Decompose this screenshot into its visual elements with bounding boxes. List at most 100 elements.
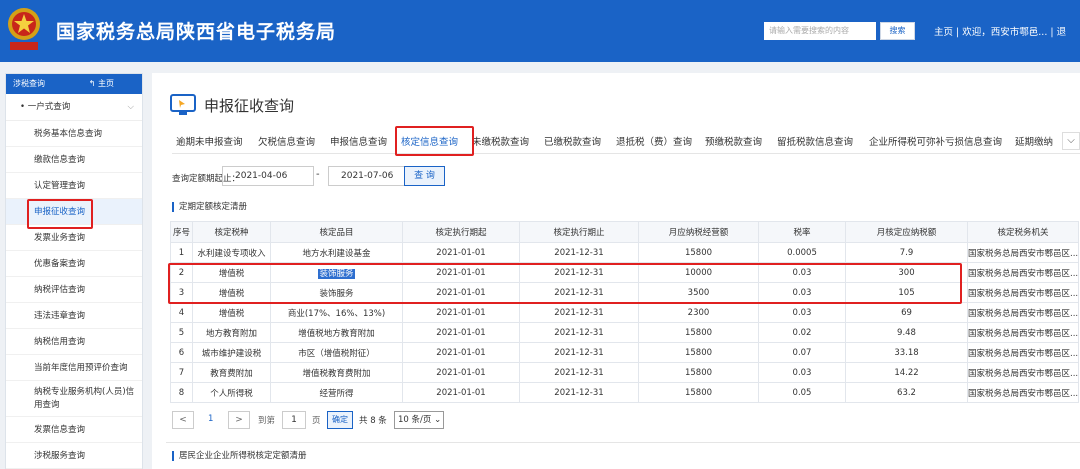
sidebar-item-agency-credit[interactable]: 纳税专业服务机构(人员)信用查询 [6,381,142,417]
tax-emblem-icon [8,8,40,50]
sidebar-highlight-box [27,199,93,229]
prev-page-button[interactable]: < [172,411,194,429]
table-cell: 5 [170,322,193,343]
sidebar-item-invoice-info[interactable]: 发票信息查询 [6,417,142,443]
sidebar: 涉税查询 ↰ 主页 • 一户式查询 ⌵ 税务基本信息查询 缴款信息查询 认定管理… [5,73,143,469]
sidebar-item-recognition[interactable]: 认定管理查询 [6,173,142,199]
bullet-icon: • [20,102,28,112]
tab-declaration-info[interactable]: 申报信息查询 [330,134,387,148]
table-cell: 国家税务总局西安市鄠邑区... [967,322,1079,343]
tab-paid-tax[interactable]: 已缴税款查询 [544,134,601,148]
table-cell: 4 [170,302,193,323]
sidebar-item-preferential[interactable]: 优惠备案查询 [6,251,142,277]
sidebar-item-assessment[interactable]: 纳税评估查询 [6,277,142,303]
table-cell: 地方水利建设基金 [270,242,403,263]
sidebar-item-payment[interactable]: 缴款信息查询 [6,147,142,173]
table-cell: 15800 [638,362,759,383]
exit-link[interactable]: 退 [1057,27,1067,38]
table-cell: 2021-12-31 [519,362,639,383]
next-page-button[interactable]: > [228,411,250,429]
page-size-value: 10 条/页 [398,415,432,425]
tab-retained-credit[interactable]: 留抵税款信息查询 [777,134,853,148]
col-header-monthly-tax: 月核定应纳税额 [845,221,968,243]
rows-highlight-box [168,263,962,304]
table-cell: 15800 [638,242,759,263]
table-cell: 水利建设专项收入 [192,242,271,263]
goto-label: 到第 [258,416,276,426]
table-cell: 2021-12-31 [519,382,639,403]
chevron-down-icon: ⌄ [431,415,442,425]
top-header: 国家税务总局陕西省电子税务局 请输入需要搜索的内容 搜索 主页 | 欢迎，西安市… [0,0,1080,62]
tab-unpaid-tax[interactable]: 未缴税款查询 [472,134,529,148]
tab-tax-arrears[interactable]: 欠税信息查询 [258,134,315,148]
sidebar-item-credit[interactable]: 纳税信用查询 [6,329,142,355]
table-cell: 地方教育附加 [192,322,271,343]
tab-deferred-payment[interactable]: 延期缴纳 [1015,134,1053,148]
table-cell: 2021-01-01 [402,382,520,403]
table-cell: 2021-12-31 [519,302,639,323]
sidebar-item-violation[interactable]: 违法违章查询 [6,303,142,329]
table-cell: 国家税务总局西安市鄠邑区... [967,302,1079,323]
table-cell: 2021-12-31 [519,342,639,363]
table-header-row: 序号 核定税种 核定品目 核定执行期起 核定执行期止 月应纳税经营额 税率 月核… [170,221,1079,243]
site-title: 国家税务总局陕西省电子税务局 [56,21,337,43]
assessment-table: 序号 核定税种 核定品目 核定执行期起 核定执行期止 月应纳税经营额 税率 月核… [170,221,1079,403]
tab-prepaid-tax[interactable]: 预缴税款查询 [705,134,762,148]
table-row: 8 个人所得税 经营所得 2021-01-01 2021-12-31 15800… [170,382,1079,403]
table-cell: 63.2 [845,382,968,403]
sidebar-item-tax-basic[interactable]: 税务基本信息查询 [6,121,142,147]
chevron-down-icon: ⌵ [127,102,134,112]
col-header-monthly-turnover: 月应纳税经营额 [638,221,759,243]
search-button[interactable]: 搜索 [880,22,915,40]
tabs-more-chevron-icon[interactable]: ⌵ [1062,132,1080,150]
table-cell: 0.02 [758,322,846,343]
col-header-item: 核定品目 [270,221,403,243]
top-links: 主页 | 欢迎，西安市鄠邑... | 退 [934,24,1066,38]
sidebar-header: 涉税查询 ↰ 主页 [6,74,142,94]
table-cell: 0.07 [758,342,846,363]
table-cell: 0.03 [758,302,846,323]
monitor-icon [170,94,196,115]
sidebar-group-yihushi[interactable]: • 一户式查询 ⌵ [6,94,142,121]
table-cell: 国家税务总局西安市鄠邑区... [967,342,1079,363]
table-cell: 2021-01-01 [402,322,520,343]
table-cell: 15800 [638,342,759,363]
table-cell: 2021-01-01 [402,342,520,363]
table-row: 1 水利建设专项收入 地方水利建设基金 2021-01-01 2021-12-3… [170,242,1079,263]
date-separator: - [316,169,320,180]
goto-page-input[interactable]: 1 [282,411,306,429]
home-link[interactable]: 主页 [934,27,953,38]
table-row: 5 地方教育附加 增值税地方教育附加 2021-01-01 2021-12-31… [170,322,1079,343]
sidebar-group-label: 一户式查询 [27,102,71,112]
col-header-end: 核定执行期止 [519,221,639,243]
query-button[interactable]: 查 询 [404,166,445,186]
table-cell: 15800 [638,322,759,343]
col-header-start: 核定执行期起 [402,221,520,243]
sidebar-home-link[interactable]: ↰ 主页 [89,74,114,94]
date-from-input[interactable]: 2021-04-06 [222,166,314,186]
tab-overdue-declaration[interactable]: 逾期未申报查询 [176,134,243,148]
sidebar-section-title: 涉税查询 [13,79,45,88]
goto-confirm-button[interactable]: 确定 [327,411,353,429]
table-cell: 经营所得 [270,382,403,403]
page-size-select[interactable]: 10 条/页 ⌄ [394,411,444,429]
tab-loss-carryover[interactable]: 企业所得税可弥补亏损信息查询 [869,134,1002,148]
table-cell: 0.03 [758,362,846,383]
table-cell: 7.9 [845,242,968,263]
search-input[interactable]: 请输入需要搜索的内容 [764,22,876,40]
table-row: 4 增值税 商业(17%、16%、13%) 2021-01-01 2021-12… [170,302,1079,323]
col-header-index: 序号 [170,221,193,243]
table-cell: 1 [170,242,193,263]
page-unit-label: 页 [312,416,321,426]
table-cell: 15800 [638,382,759,403]
sidebar-item-credit-preeval[interactable]: 当前年度信用预评价查询 [6,355,142,381]
table-cell: 6 [170,342,193,363]
welcome-text: 欢迎，西安市鄠邑... [962,27,1048,38]
table-cell: 教育费附加 [192,362,271,383]
table-cell: 0.05 [758,382,846,403]
current-page[interactable]: 1 [208,414,213,424]
sidebar-item-tax-service[interactable]: 涉税服务查询 [6,443,142,469]
section-title-enterprise-income: 居民企业企业所得税核定定额清册 [172,451,307,461]
tab-refund-tax[interactable]: 退抵税（费）查询 [616,134,692,148]
table-cell: 0.0005 [758,242,846,263]
